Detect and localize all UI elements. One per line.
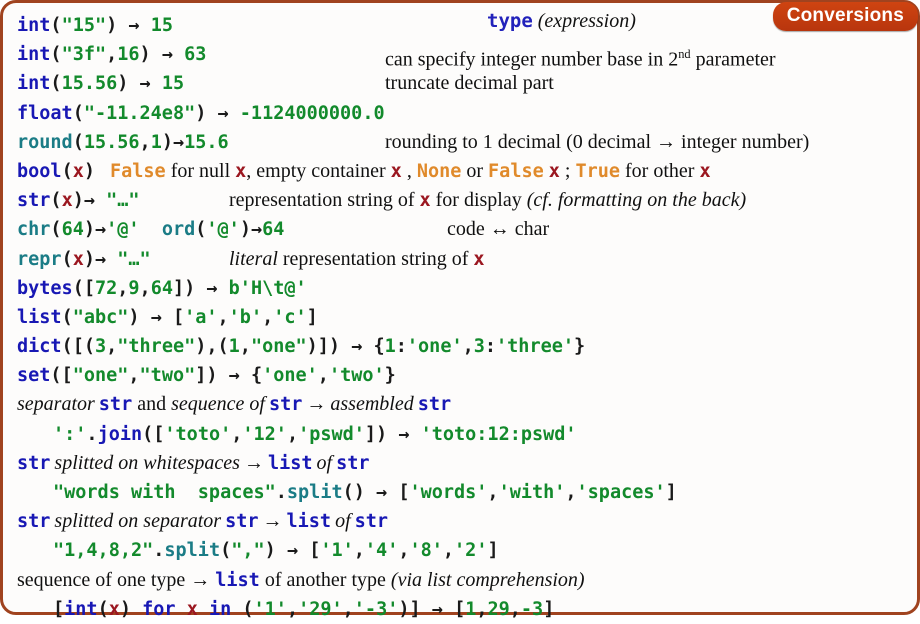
note-int-truncate: truncate decimal part: [385, 72, 554, 95]
code-set: set(["one","two"]) → {'one','two'}: [17, 365, 396, 387]
code-float: float("-11.24e8") → -1124000000.0: [17, 102, 385, 124]
code-comprehension: [int(x) for x in ('1','29','-3')] → [1,2…: [53, 598, 555, 620]
row-repr: repr(x)→ "…" literal representation stri…: [17, 245, 907, 274]
heading-split-sep: str splitted on separator str → list of …: [17, 510, 389, 533]
row-bytes: bytes([72,9,64]) → b'H\t@': [17, 274, 907, 303]
code-int-base: int("3f",16) → 63: [17, 44, 207, 66]
conversion-lines: int("15") → 15 int("3f",16) → 63 can spe…: [17, 11, 907, 624]
code-round: round(15.56,1)→15.6: [17, 131, 229, 153]
row-bool: bool(x) False for null x, empty containe…: [17, 157, 907, 186]
code-bytes: bytes([72,9,64]) → b'H\t@': [17, 277, 307, 299]
row-int-truncate: int(15.56) → 15 truncate decimal part: [17, 69, 907, 98]
row-int-base: int("3f",16) → 63 can specify integer nu…: [17, 40, 907, 71]
row-set: set(["one","two"]) → {'one','two'}: [17, 361, 907, 390]
row-round: round(15.56,1)→15.6 rounding to 1 decima…: [17, 128, 907, 157]
row-split-ws-heading: str splitted on whitespaces → list of st…: [17, 449, 907, 478]
heading-join: separator str and sequence of str → asse…: [17, 393, 452, 416]
note-str: representation string of x for display (…: [229, 189, 747, 212]
row-dict: dict([(3,"three"),(1,"one")]) → {1:'one'…: [17, 332, 907, 361]
code-int-string: int("15") → 15: [17, 15, 173, 36]
row-comprehension-heading: sequence of one type → list of another t…: [17, 566, 907, 595]
heading-comprehension: sequence of one type → list of another t…: [17, 568, 585, 591]
code-str: str(x)→ "…": [17, 190, 140, 212]
code-int-truncate: int(15.56) → 15: [17, 73, 185, 95]
note-round: rounding to 1 decimal (0 decimal → integ…: [385, 130, 810, 153]
code-repr: repr(x)→ "…": [17, 248, 151, 270]
code-chr-ord: chr(64)→'@' ord('@')→64: [17, 219, 285, 241]
code-split-sep: "1,4,8,2".split(",") → ['1','4','8','2']: [53, 540, 499, 562]
code-dict: dict([(3,"three"),(1,"one")]) → {1:'one'…: [17, 336, 586, 358]
row-int-string: int("15") → 15: [17, 11, 907, 40]
conversions-card: type (expression) Conversions int("15") …: [0, 0, 920, 620]
row-float: float("-11.24e8") → -1124000000.0: [17, 99, 907, 128]
row-str: str(x)→ "…" representation string of x f…: [17, 186, 907, 215]
note-chr-ord: code ↔ char: [447, 218, 550, 241]
row-list: list("abc") → ['a','b','c']: [17, 303, 907, 332]
row-chr-ord: chr(64)→'@' ord('@')→64 code ↔ char: [17, 215, 907, 244]
note-repr: literal representation string of x: [229, 247, 485, 270]
code-bool: bool(x) False for null x, empty containe…: [17, 159, 711, 182]
row-split-sep-example: "1,4,8,2".split(",") → ['1','4','8','2']: [17, 536, 907, 565]
row-join-example: ':'.join(['toto','12','pswd']) → 'toto:1…: [17, 420, 907, 449]
code-split-ws: "words with spaces".split() → ['words','…: [53, 482, 677, 503]
heading-split-ws: str splitted on whitespaces → list of st…: [17, 451, 370, 474]
code-list: list("abc") → ['a','b','c']: [17, 306, 318, 328]
row-split-sep-heading: str splitted on separator str → list of …: [17, 507, 907, 536]
row-comprehension-example: [int(x) for x in ('1','29','-3')] → [1,2…: [17, 595, 907, 624]
row-join-heading: separator str and sequence of str → asse…: [17, 390, 907, 419]
code-join: ':'.join(['toto','12','pswd']) → 'toto:1…: [53, 423, 577, 445]
row-split-ws-example: "words with spaces".split() → ['words','…: [17, 478, 907, 507]
